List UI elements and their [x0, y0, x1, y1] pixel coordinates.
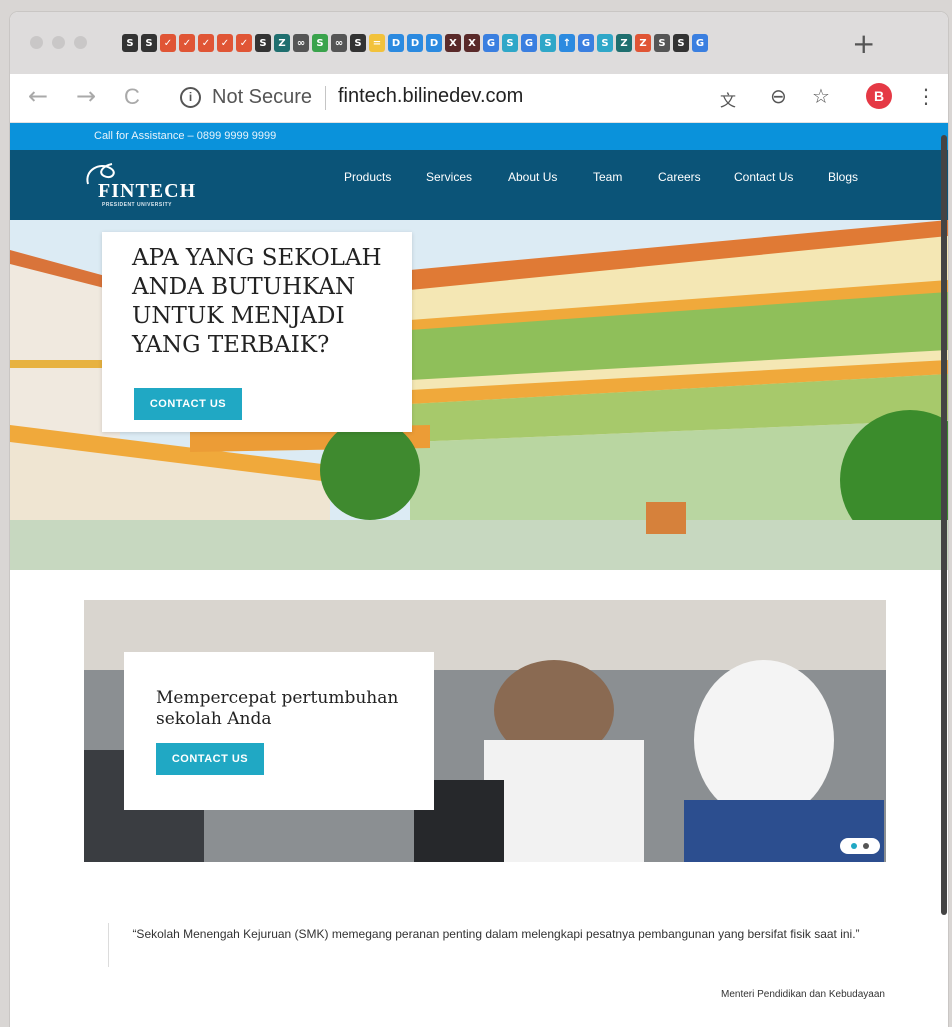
- reload-icon[interactable]: C: [124, 84, 140, 110]
- tab-favicon[interactable]: D: [388, 34, 404, 52]
- slider-pagination: [840, 838, 880, 854]
- profile-avatar[interactable]: B: [866, 83, 892, 109]
- tab-strip: S S ✓ ✓ ✓ ✓ ✓ S Z ∞ S ∞ S = D D D X X G S G S ↑ G S Z Z S S G +: [10, 12, 948, 74]
- web-page: Call for Assistance – 0899 9999 9999 FIN…: [10, 123, 948, 1027]
- tab-favicon[interactable]: ✓: [236, 34, 252, 52]
- tab-favicon[interactable]: S: [540, 34, 556, 52]
- minimize-window-button[interactable]: [52, 36, 65, 49]
- nav-careers[interactable]: Careers: [658, 170, 701, 184]
- browser-window: S S ✓ ✓ ✓ ✓ ✓ S Z ∞ S ∞ S = D D D X X G S G S ↑ G S Z Z S S G + ← → C …: [10, 12, 948, 1027]
- nav-products[interactable]: Products: [344, 170, 391, 184]
- tab-favicon[interactable]: S: [597, 34, 613, 52]
- nav-about-us[interactable]: About Us: [508, 170, 557, 184]
- tab-favicon[interactable]: ✓: [160, 34, 176, 52]
- quote-text: “Sekolah Menengah Kejuruan (SMK) memegan…: [132, 927, 860, 941]
- browser-toolbar: ← → C i Not Secure fintech.bilinedev.com…: [10, 74, 948, 123]
- tab-favicon[interactable]: D: [426, 34, 442, 52]
- maximize-window-button[interactable]: [74, 36, 87, 49]
- slider-dot[interactable]: [863, 843, 869, 849]
- nav-blogs[interactable]: Blogs: [828, 170, 858, 184]
- nav-contact-us[interactable]: Contact Us: [734, 170, 793, 184]
- tab-favicon[interactable]: Z: [616, 34, 632, 52]
- tab-favicon[interactable]: ∞: [293, 34, 309, 52]
- bookmark-star-icon[interactable]: ☆: [812, 84, 830, 108]
- security-status[interactable]: Not Secure: [212, 86, 312, 109]
- slide-contact-button[interactable]: CONTACT US: [156, 743, 264, 775]
- nav-services[interactable]: Services: [426, 170, 472, 184]
- tab-favicon[interactable]: S: [350, 34, 366, 52]
- slide-title: Mempercepat pertumbuhan sekolah Anda: [156, 688, 399, 729]
- tab-favicon[interactable]: Z: [635, 34, 651, 52]
- tab-favicon[interactable]: G: [483, 34, 499, 52]
- tab-favicon[interactable]: D: [407, 34, 423, 52]
- page-scrollbar[interactable]: [941, 135, 947, 915]
- assistance-bar: Call for Assistance – 0899 9999 9999: [10, 123, 948, 150]
- tab-favicon[interactable]: Z: [274, 34, 290, 52]
- logo-text: FINTECH: [98, 180, 197, 202]
- tab-favicon[interactable]: S: [654, 34, 670, 52]
- hero-contact-button[interactable]: CONTACT US: [134, 388, 242, 420]
- tab-favicon[interactable]: G: [692, 34, 708, 52]
- logo-subtitle: PRESIDENT UNIVERSITY: [102, 202, 173, 208]
- tab-favicon[interactable]: ✓: [217, 34, 233, 52]
- tab-favicon[interactable]: ✓: [179, 34, 195, 52]
- slide-card: Mempercepat pertumbuhan sekolah Anda CON…: [124, 652, 434, 810]
- tab-favicon[interactable]: S: [141, 34, 157, 52]
- back-icon[interactable]: ←: [28, 82, 48, 110]
- tab-favicon[interactable]: ∞: [331, 34, 347, 52]
- tab-favicon[interactable]: S: [312, 34, 328, 52]
- hero-banner: APA YANG SEKOLAH ANDA BUTUHKAN UNTUK MEN…: [10, 220, 948, 570]
- tab-favicon[interactable]: X: [464, 34, 480, 52]
- site-logo[interactable]: FINTECH PRESIDENT UNIVERSITY: [82, 160, 202, 210]
- tab-favicon[interactable]: S: [502, 34, 518, 52]
- tab-favicon[interactable]: =: [369, 34, 385, 52]
- tab-favicon[interactable]: S: [255, 34, 271, 52]
- tab-favicon[interactable]: S: [122, 34, 138, 52]
- address-bar[interactable]: fintech.bilinedev.com: [338, 85, 523, 108]
- tab-favicons: S S ✓ ✓ ✓ ✓ ✓ S Z ∞ S ∞ S = D D D X X G S G S ↑ G S Z Z S S G: [122, 34, 708, 54]
- tab-favicon[interactable]: G: [578, 34, 594, 52]
- nav-team[interactable]: Team: [593, 170, 622, 184]
- image-slider: Mempercepat pertumbuhan sekolah Anda CON…: [84, 600, 886, 862]
- info-icon[interactable]: i: [180, 87, 201, 108]
- close-window-button[interactable]: [30, 36, 43, 49]
- translate-icon[interactable]: 文: [720, 87, 736, 111]
- zoom-icon[interactable]: ⊖: [770, 84, 787, 108]
- site-navbar: FINTECH PRESIDENT UNIVERSITY Products Se…: [10, 150, 948, 220]
- quote-divider: [108, 923, 109, 967]
- quote-author: Menteri Pendidikan dan Kebudayaan: [720, 989, 885, 1000]
- forward-icon[interactable]: →: [76, 82, 96, 110]
- tab-favicon[interactable]: ✓: [198, 34, 214, 52]
- tab-favicon[interactable]: ↑: [559, 34, 575, 52]
- tab-favicon[interactable]: G: [521, 34, 537, 52]
- hero-title: APA YANG SEKOLAH ANDA BUTUHKAN UNTUK MEN…: [132, 245, 382, 358]
- new-tab-button[interactable]: +: [852, 27, 875, 60]
- tab-favicon[interactable]: X: [445, 34, 461, 52]
- hero-card: APA YANG SEKOLAH ANDA BUTUHKAN UNTUK MEN…: [102, 232, 412, 432]
- tab-favicon[interactable]: S: [673, 34, 689, 52]
- slider-dot-active[interactable]: [851, 843, 857, 849]
- assistance-text: Call for Assistance – 0899 9999 9999: [94, 130, 277, 142]
- browser-menu-icon[interactable]: ⋮: [916, 84, 936, 108]
- url-separator: [325, 86, 326, 110]
